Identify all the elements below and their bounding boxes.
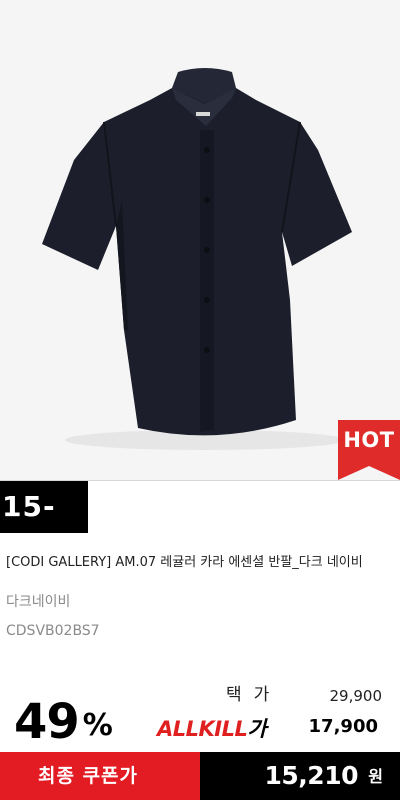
coupon-price-bar[interactable]: 최종 쿠폰가 15,210 원 — [0, 752, 400, 800]
product-title[interactable]: [CODI GALLERY] AM.07 레귤러 카라 에센셜 반팔_다크 네이… — [6, 551, 363, 570]
hot-badge: HOT — [338, 420, 400, 480]
hot-badge-notch — [338, 466, 400, 480]
discount-rate: 49% — [14, 694, 113, 750]
allkill-price: 17,900 — [308, 716, 378, 737]
product-image[interactable] — [0, 0, 400, 480]
discount-number: 49 — [14, 694, 80, 750]
hot-badge-label: HOT — [343, 428, 395, 452]
coupon-price-value: 15,210 — [264, 761, 359, 790]
coupon-price-unit: 원 — [368, 767, 383, 786]
discount-percent-symbol: % — [82, 708, 113, 743]
allkill-logo: ALLKILL가 — [157, 713, 267, 741]
tag-price-label: 택가 — [226, 685, 282, 705]
product-code-tag: 15-02 — [0, 481, 88, 575]
allkill-suffix: 가 — [247, 717, 267, 741]
product-color: 다크네이비 — [6, 594, 71, 610]
allkill-brand: ALLKILL — [157, 717, 248, 741]
shirt-illustration — [42, 68, 352, 450]
product-sku: CDSVB02BS7 — [6, 623, 100, 639]
coupon-price-label: 최종 쿠폰가 — [0, 752, 200, 800]
tag-price-value: 29,900 — [329, 687, 383, 705]
